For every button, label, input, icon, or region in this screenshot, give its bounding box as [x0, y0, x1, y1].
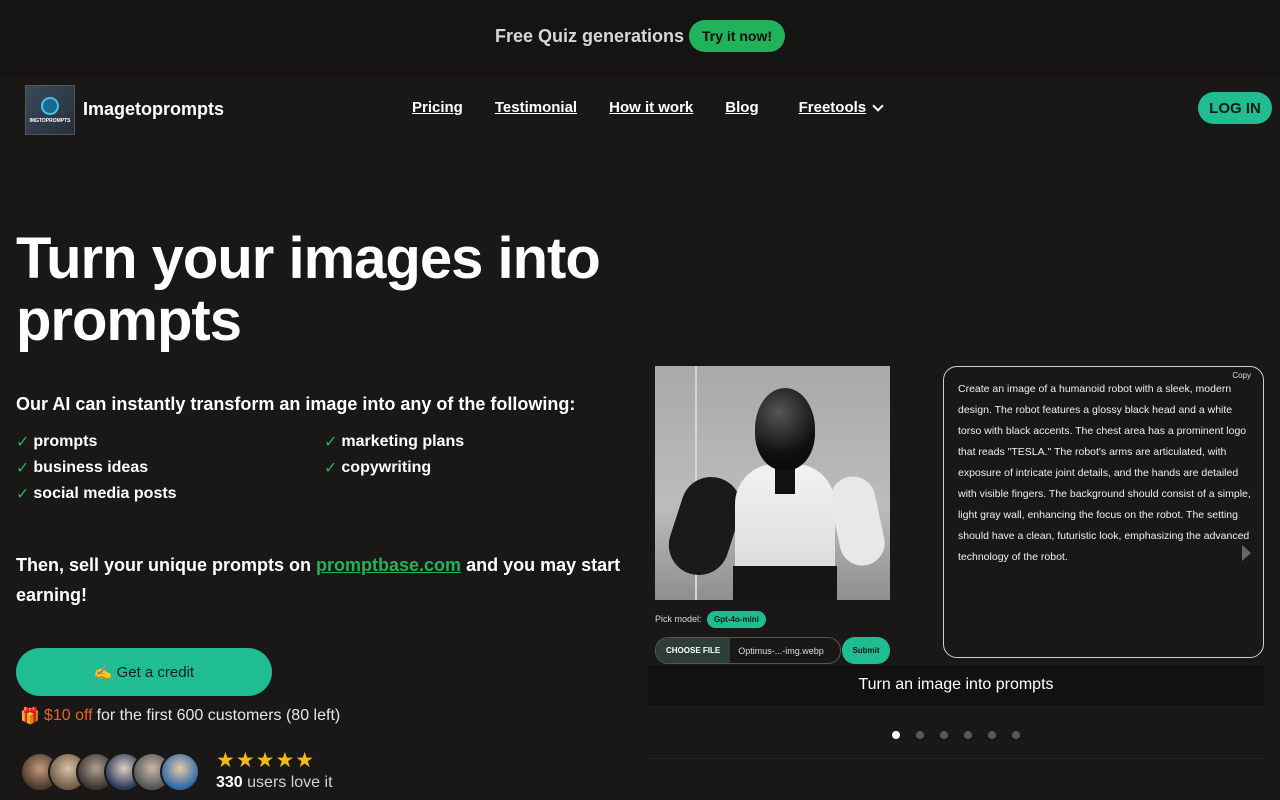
choose-file-button[interactable]: CHOOSE FILE [656, 638, 731, 663]
feature-item: ✓ business ideas [16, 458, 324, 478]
submit-button[interactable]: Submit [842, 637, 890, 664]
feature-item: ✓ marketing plans [324, 432, 624, 452]
prompt-output: Copy Create an image of a humanoid robot… [943, 366, 1264, 658]
feature-label: business ideas [33, 459, 149, 476]
banner-text: Free Quiz generations [494, 25, 685, 46]
carousel-dots [892, 731, 1020, 739]
check-icon: ✓ [324, 460, 338, 477]
showcase-slide: Pick model: Gpt-4o-mini CHOOSE FILE Opti… [648, 340, 1264, 705]
promo-banner: Free Quiz generations Try it now! [0, 0, 1280, 72]
chevron-down-icon [872, 99, 884, 112]
next-arrow-icon[interactable] [1242, 545, 1251, 561]
rating-stars: ★★★★★ [216, 749, 316, 772]
carousel-dot[interactable] [892, 731, 900, 739]
feature-item: ✓ copywriting [324, 458, 624, 478]
carousel-dot[interactable] [964, 731, 972, 739]
try-it-now-button[interactable]: Try it now! [689, 20, 786, 52]
copy-button[interactable]: Copy [1232, 371, 1251, 380]
avatar [160, 752, 200, 792]
feature-list: ✓ prompts ✓ marketing plans ✓ business idea… [16, 432, 616, 504]
nav-freetools[interactable]: Freetools [799, 99, 867, 116]
nav-testimonial[interactable]: Testimonial [495, 99, 577, 116]
offer-rest: for the first 600 customers (80 left) [96, 707, 341, 724]
users-count: 330 [216, 774, 243, 791]
offer-text: 🎁 $10 off for the first 600 customers (8… [20, 706, 340, 726]
slide-caption: Turn an image into prompts [648, 665, 1264, 705]
feature-label: social media posts [33, 485, 177, 502]
prompt-output-text: Create an image of a humanoid robot with… [958, 383, 1251, 563]
user-avatars [20, 752, 200, 792]
users-text: users love it [247, 774, 333, 791]
pick-model-label: Pick model: [655, 614, 702, 624]
feature-label: marketing plans [341, 433, 465, 450]
feature-item: ✓ prompts [16, 432, 324, 452]
site-header: IMGTOPROMPTS Imagetoprompts Pricing Test… [0, 82, 1280, 136]
nav-freetools-dropdown[interactable]: Freetools [799, 99, 884, 116]
hero-title: Turn your images into prompts [16, 226, 601, 353]
check-icon: ✓ [324, 434, 338, 451]
promptbase-link[interactable]: promptbase.com [316, 555, 461, 575]
model-select[interactable]: Gpt-4o-mini [707, 611, 766, 628]
carousel-dot[interactable] [916, 731, 924, 739]
check-icon: ✓ [16, 434, 30, 451]
robot-torso [735, 464, 835, 574]
nav-how-it-work[interactable]: How it work [609, 99, 693, 116]
nav-blog[interactable]: Blog [725, 99, 758, 116]
robot-arm-right [826, 472, 889, 570]
divider [648, 758, 1264, 759]
feature-label: prompts [33, 433, 98, 450]
get-credit-label: Get a credit [116, 663, 195, 681]
robot-head [755, 388, 815, 470]
users-love-it: 330 users love it [216, 774, 333, 792]
logo-text: IMGTOPROMPTS [29, 117, 71, 124]
file-input[interactable]: CHOOSE FILE Optimus-...-img.webp [655, 637, 841, 664]
robot-image [655, 366, 890, 600]
logo-icon [41, 96, 59, 115]
robot-belt [733, 566, 837, 600]
login-button[interactable]: LOG IN [1198, 92, 1272, 124]
hero-subtitle: Our AI can instantly transform an image … [16, 394, 576, 414]
logo[interactable]: IMGTOPROMPTS [25, 85, 75, 135]
carousel-dot[interactable] [940, 731, 948, 739]
sell-pre: Then, sell your unique prompts on [16, 555, 312, 575]
feature-label: copywriting [341, 459, 432, 476]
brand-name[interactable]: Imagetoprompts [83, 99, 224, 120]
check-icon: ✓ [16, 460, 30, 477]
get-credit-button[interactable]: ✍️ Get a credit [16, 648, 272, 696]
carousel-dot[interactable] [1012, 731, 1020, 739]
nav-pricing[interactable]: Pricing [412, 99, 463, 116]
gift-icon: 🎁 [20, 708, 40, 725]
check-icon: ✓ [16, 486, 30, 503]
file-name: Optimus-...-img.webp [738, 645, 824, 656]
main-nav: Pricing Testimonial How it work Blog Fre… [412, 99, 884, 116]
offer-discount: $10 off [43, 707, 93, 724]
carousel-dot[interactable] [988, 731, 996, 739]
writing-hand-icon: ✍️ [93, 664, 113, 681]
feature-item: ✓ social media posts [16, 484, 324, 504]
sell-text: Then, sell your unique prompts on prompt… [16, 550, 636, 610]
